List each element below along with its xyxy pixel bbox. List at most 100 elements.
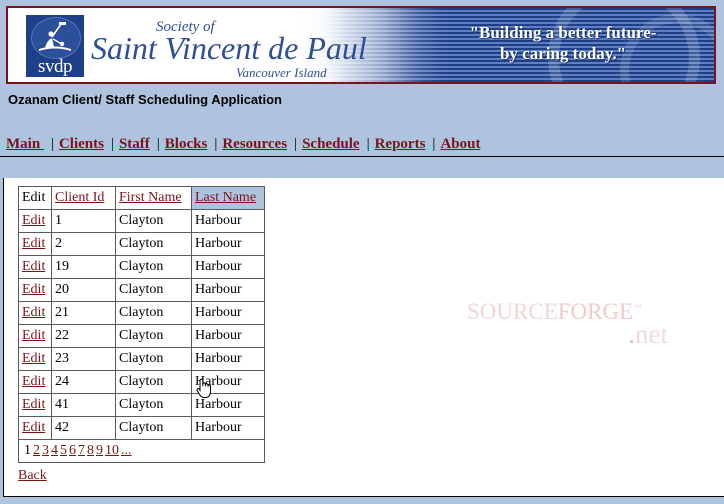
- table-row: Edit 42 Clayton Harbour: [18, 416, 265, 440]
- column-header-first-name[interactable]: First Name: [115, 186, 192, 210]
- cell-last-name: Harbour: [191, 278, 265, 302]
- clients-table-foot: 1 2 3 4 5 6 7 8 9 10...: [18, 439, 265, 463]
- pagination-current-page: 1: [24, 443, 31, 458]
- pagination-page-link[interactable]: 3: [42, 443, 49, 458]
- sourceforge-dot: .: [628, 319, 635, 349]
- column-header-edit: Edit: [18, 186, 52, 210]
- cell-last-name: Harbour: [191, 416, 265, 440]
- cell-first-name: Clayton: [115, 347, 192, 371]
- pagination-page-link[interactable]: 8: [87, 443, 94, 458]
- logo-figure-icon: [39, 22, 71, 51]
- pagination-page-link[interactable]: 7: [78, 443, 85, 458]
- table-row: Edit 19 Clayton Harbour: [18, 255, 265, 279]
- cell-first-name: Clayton: [115, 255, 192, 279]
- nav-item-main[interactable]: Main: [6, 136, 44, 152]
- sourceforge-watermark: SOURCEFORGE™ .net: [464, 298, 670, 352]
- sort-link-first-name[interactable]: First Name: [119, 190, 182, 205]
- pagination-more-link[interactable]: ...: [121, 443, 132, 458]
- navigation-divider: [0, 156, 724, 157]
- edit-link[interactable]: Edit: [22, 328, 45, 343]
- banner-region-text: Vancouver Island: [236, 65, 327, 80]
- sort-link-client-id[interactable]: Client Id: [55, 190, 104, 205]
- pagination-row: 1 2 3 4 5 6 7 8 9 10...: [18, 439, 265, 463]
- nav-separator: |: [214, 136, 218, 152]
- cell-client-id: 2: [51, 232, 116, 256]
- cell-edit[interactable]: Edit: [18, 393, 52, 417]
- nav-separator: |: [156, 136, 160, 152]
- edit-link[interactable]: Edit: [22, 305, 45, 320]
- cell-edit[interactable]: Edit: [18, 370, 52, 394]
- cell-edit[interactable]: Edit: [18, 255, 52, 279]
- application-page: svdp Society of Saint Vincent de Paul Va…: [0, 0, 724, 504]
- edit-link[interactable]: Edit: [22, 374, 45, 389]
- banner-slogan-line-2: by caring today.": [499, 44, 627, 63]
- pagination-page-link[interactable]: 5: [60, 443, 67, 458]
- pagination-cell: 1 2 3 4 5 6 7 8 9 10...: [18, 439, 265, 463]
- clients-table: Edit Client Id First Name Last Name Edit…: [18, 186, 265, 463]
- cell-edit[interactable]: Edit: [18, 416, 52, 440]
- pagination-page-link[interactable]: 6: [69, 443, 76, 458]
- sourceforge-word-source: SOURCE: [467, 299, 558, 324]
- nav-item-schedule[interactable]: Schedule: [302, 136, 360, 152]
- sourceforge-word-net: net: [635, 319, 668, 349]
- edit-link[interactable]: Edit: [22, 259, 45, 274]
- cell-first-name: Clayton: [115, 324, 192, 348]
- cell-client-id: 42: [51, 416, 116, 440]
- cell-edit[interactable]: Edit: [18, 324, 52, 348]
- edit-link[interactable]: Edit: [22, 351, 45, 366]
- nav-item-clients[interactable]: Clients: [59, 136, 104, 152]
- edit-link[interactable]: Edit: [22, 282, 45, 297]
- cell-last-name: Harbour: [191, 301, 265, 325]
- main-navigation: Main | Clients | Staff | Blocks | Resources | Sch…: [6, 136, 716, 156]
- cell-last-name: Harbour: [191, 393, 265, 417]
- cell-first-name: Clayton: [115, 416, 192, 440]
- nav-item-staff[interactable]: Staff: [119, 136, 150, 152]
- cell-edit[interactable]: Edit: [18, 209, 52, 233]
- cell-client-id: 21: [51, 301, 116, 325]
- page-title: Ozanam Client/ Staff Scheduling Applicat…: [8, 92, 282, 107]
- table-row: Edit 41 Clayton Harbour: [18, 393, 265, 417]
- pagination-page-link[interactable]: 9: [96, 443, 103, 458]
- table-row: Edit 24 Clayton Harbour: [18, 370, 265, 394]
- pagination-page-link[interactable]: 2: [33, 443, 40, 458]
- nav-separator: |: [366, 136, 370, 152]
- cell-edit[interactable]: Edit: [18, 232, 52, 256]
- edit-link[interactable]: Edit: [22, 236, 45, 251]
- nav-separator: |: [294, 136, 298, 152]
- cell-last-name: Harbour: [191, 370, 265, 394]
- site-banner: svdp Society of Saint Vincent de Paul Va…: [6, 6, 716, 84]
- pagination-page-link[interactable]: 4: [51, 443, 58, 458]
- pagination-page-link[interactable]: 10: [105, 443, 119, 458]
- back-link[interactable]: Back: [18, 468, 47, 483]
- cell-last-name: Harbour: [191, 209, 265, 233]
- banner-slogan: "Building a better future- by caring tod…: [428, 22, 698, 64]
- cell-edit[interactable]: Edit: [18, 301, 52, 325]
- sort-link-last-name[interactable]: Last Name: [195, 190, 256, 205]
- cell-client-id: 20: [51, 278, 116, 302]
- nav-item-blocks[interactable]: Blocks: [165, 136, 208, 152]
- cell-first-name: Clayton: [115, 393, 192, 417]
- column-header-client-id[interactable]: Client Id: [51, 186, 116, 210]
- nav-item-about[interactable]: About: [440, 136, 480, 152]
- nav-item-resources[interactable]: Resources: [222, 136, 287, 152]
- clients-table-head: Edit Client Id First Name Last Name: [18, 186, 265, 210]
- table-row: Edit 21 Clayton Harbour: [18, 301, 265, 325]
- table-row: Edit 1 Clayton Harbour: [18, 209, 265, 233]
- nav-separator: |: [50, 136, 54, 152]
- cell-last-name: Harbour: [191, 324, 265, 348]
- edit-link[interactable]: Edit: [22, 397, 45, 412]
- back-link-container: Back: [18, 468, 47, 484]
- cell-client-id: 24: [51, 370, 116, 394]
- column-header-last-name[interactable]: Last Name: [191, 186, 265, 210]
- cell-client-id: 23: [51, 347, 116, 371]
- cell-edit[interactable]: Edit: [18, 278, 52, 302]
- edit-link[interactable]: Edit: [22, 213, 45, 228]
- edit-link[interactable]: Edit: [22, 420, 45, 435]
- cell-last-name: Harbour: [191, 232, 265, 256]
- cell-first-name: Clayton: [115, 278, 192, 302]
- logo-wordmark: svdp: [38, 56, 72, 77]
- banner-slogan-line-1: "Building a better future-: [469, 23, 657, 42]
- cell-first-name: Clayton: [115, 301, 192, 325]
- nav-item-reports[interactable]: Reports: [375, 136, 426, 152]
- cell-edit[interactable]: Edit: [18, 347, 52, 371]
